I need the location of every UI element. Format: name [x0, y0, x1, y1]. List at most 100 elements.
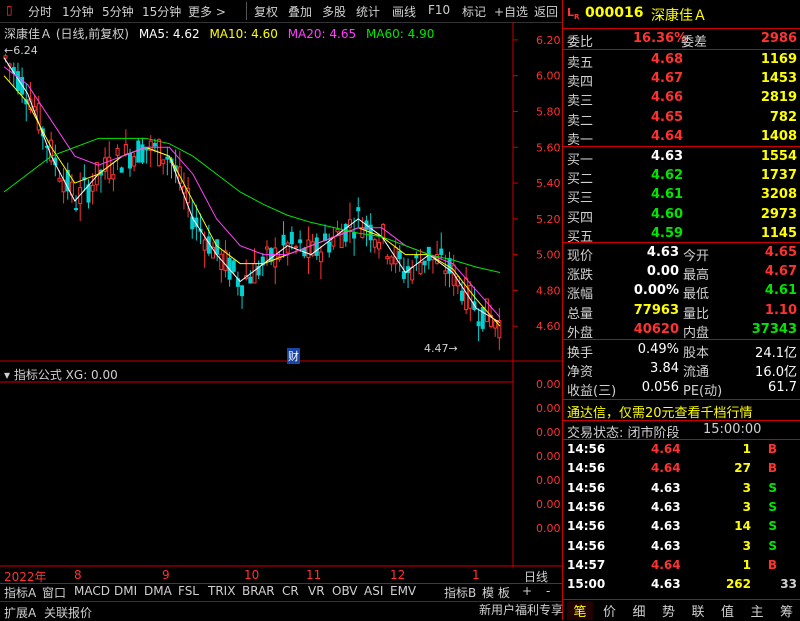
ma60-legend: MA60: 4.90	[365, 27, 435, 41]
order-price: 4.65	[651, 109, 684, 125]
order-label: 买一	[567, 153, 594, 168]
quote-row: 涨幅 0.00% 最低 4.61	[563, 282, 800, 302]
tick-price: 4.64	[651, 442, 681, 456]
statistics-button[interactable]: 统计	[356, 3, 380, 20]
stock-header: LR 000016 深康佳Ａ	[563, 4, 800, 26]
mark-button[interactable]: 标记	[462, 3, 486, 20]
tick-time: 14:56	[567, 480, 606, 495]
new-user-promo[interactable]: 新用户福利专享	[479, 601, 563, 618]
tab-window[interactable]: 窗口	[42, 584, 66, 601]
promo-banner[interactable]: 通达信，仅需20元查看千档行情	[563, 401, 800, 421]
buy-row[interactable]: 买四 4.60 2973	[563, 206, 800, 226]
tab-template[interactable]: 模 板	[482, 584, 510, 601]
right-tab[interactable]: 值	[715, 601, 741, 620]
tab-vr[interactable]: VR	[308, 584, 325, 598]
order-price: 4.64	[651, 128, 684, 144]
tab-brar[interactable]: BRAR	[242, 584, 275, 598]
tab-indicator-a[interactable]: 指标A	[4, 584, 36, 601]
candle-body	[86, 184, 91, 203]
right-tab[interactable]: 笔	[567, 601, 593, 620]
tick-time: 14:56	[567, 538, 606, 553]
zoom-out-button[interactable]: -	[546, 584, 550, 598]
tick-volume: 3	[742, 538, 751, 553]
stock-name: 深康佳Ａ	[651, 8, 707, 24]
candle-body	[422, 260, 427, 266]
candle-body	[410, 266, 415, 281]
right-tab[interactable]: 细	[626, 601, 652, 620]
candle-body	[132, 156, 137, 167]
right-tab[interactable]: 主	[744, 601, 770, 620]
tick-volume: 1	[742, 557, 751, 572]
tab-5min[interactable]: 5分钟	[102, 3, 134, 20]
overlay-button[interactable]: 叠加	[288, 3, 312, 20]
menu-square-icon[interactable]: ▯	[6, 3, 13, 17]
tab-asi[interactable]: ASI	[364, 584, 383, 598]
buy-row[interactable]: 买三 4.61 3208	[563, 186, 800, 206]
f10-button[interactable]: F10	[428, 3, 450, 17]
add-watchlist-button[interactable]: +自选	[494, 3, 528, 20]
indicator-panel[interactable]: ▾ 指标公式 XG: 0.00 0.00 0.00 0.00 0.00 0.00…	[0, 362, 562, 567]
quote-label: 总量	[567, 306, 594, 322]
indicator-tab-bar: 指标A 窗口 MACD DMI DMA FSL TRIX BRAR CR VR …	[0, 583, 562, 601]
tick-row: 14:56 4.63 3 S	[563, 480, 800, 498]
buy-row[interactable]: 买一 4.63 1554	[563, 148, 800, 168]
buy-row[interactable]: 买二 4.62 1737	[563, 167, 800, 187]
quote-value: 0.00	[646, 264, 679, 280]
tab-extend-a[interactable]: 扩展A	[4, 604, 36, 621]
y-tick-label: 5.00	[536, 249, 561, 262]
candle-body	[418, 261, 423, 275]
ind-tick: 0.00	[536, 522, 561, 535]
tab-macd[interactable]: MACD	[74, 584, 110, 598]
fin-label: 流通	[683, 365, 710, 381]
right-tab[interactable]: 价	[597, 601, 623, 620]
back-button[interactable]: 返回	[534, 3, 558, 20]
quote-panel: LR 000016 深康佳Ａ 委比 16.36% 委差 2986 卖五 4.68 1…	[479, 0, 800, 620]
tab-dma[interactable]: DMA	[144, 584, 172, 598]
zoom-in-button[interactable]: +	[522, 584, 532, 598]
tick-direction: B	[767, 442, 777, 456]
multi-stock-button[interactable]: 多股	[322, 3, 346, 20]
order-label: 买四	[567, 210, 594, 226]
order-volume: 3208	[760, 187, 797, 203]
sell-row[interactable]: 卖四 4.67 1453	[563, 70, 800, 90]
tab-related-quote[interactable]: 关联报价	[44, 604, 92, 621]
tab-cr[interactable]: CR	[282, 584, 299, 598]
tick-volume: 3	[742, 480, 751, 495]
tab-dmi[interactable]: DMI	[114, 584, 137, 598]
tab-emv[interactable]: EMV	[390, 584, 416, 598]
sell-row[interactable]: 卖五 4.68 1169	[563, 51, 800, 71]
right-tab[interactable]: 筹	[774, 601, 800, 620]
fin-value: 3.84	[650, 361, 679, 377]
sell-row[interactable]: 卖三 4.66 2819	[563, 89, 800, 109]
candle-body	[140, 144, 145, 163]
candle-body	[460, 290, 464, 301]
sell-row[interactable]: 卖一 4.64 1408	[563, 128, 800, 148]
candle-body	[136, 140, 141, 163]
candle-body	[90, 184, 95, 192]
x-label: 8	[74, 568, 82, 582]
tab-intraday[interactable]: 分时	[28, 3, 52, 20]
right-tab[interactable]: 势	[656, 601, 682, 620]
tab-trix[interactable]: TRIX	[208, 584, 235, 598]
candle-body	[111, 174, 116, 180]
tab-more[interactable]: 更多 >	[188, 3, 226, 20]
tab-indicator-b[interactable]: 指标B	[444, 584, 476, 601]
sell-row[interactable]: 卖二 4.65 782	[563, 109, 800, 129]
candle-body	[119, 167, 124, 173]
tab-fsl[interactable]: FSL	[178, 584, 199, 598]
ind-tick: 0.00	[536, 474, 561, 487]
right-tab[interactable]: 联	[685, 601, 711, 620]
draw-line-button[interactable]: 画线	[392, 3, 416, 20]
tab-15min[interactable]: 15分钟	[142, 3, 181, 20]
order-volume: 2819	[760, 90, 797, 106]
tab-obv[interactable]: OBV	[332, 584, 358, 598]
y-tick-label: 5.80	[536, 105, 561, 118]
x-label: 12	[390, 568, 406, 582]
fin-label: PE(动)	[683, 384, 723, 400]
kline-chart[interactable]: 6.20 6.00 5.80 5.60 5.40 5.20 5.00 4.80 4.60 深康佳…	[0, 22, 562, 364]
buy-row[interactable]: 买五 4.59 1145	[563, 225, 800, 245]
ma10-legend: MA10: 4.60	[209, 27, 278, 41]
fuquan-button[interactable]: 复权	[254, 3, 278, 20]
quote-value: 4.63	[646, 245, 679, 260]
tab-1min[interactable]: 1分钟	[62, 3, 94, 20]
